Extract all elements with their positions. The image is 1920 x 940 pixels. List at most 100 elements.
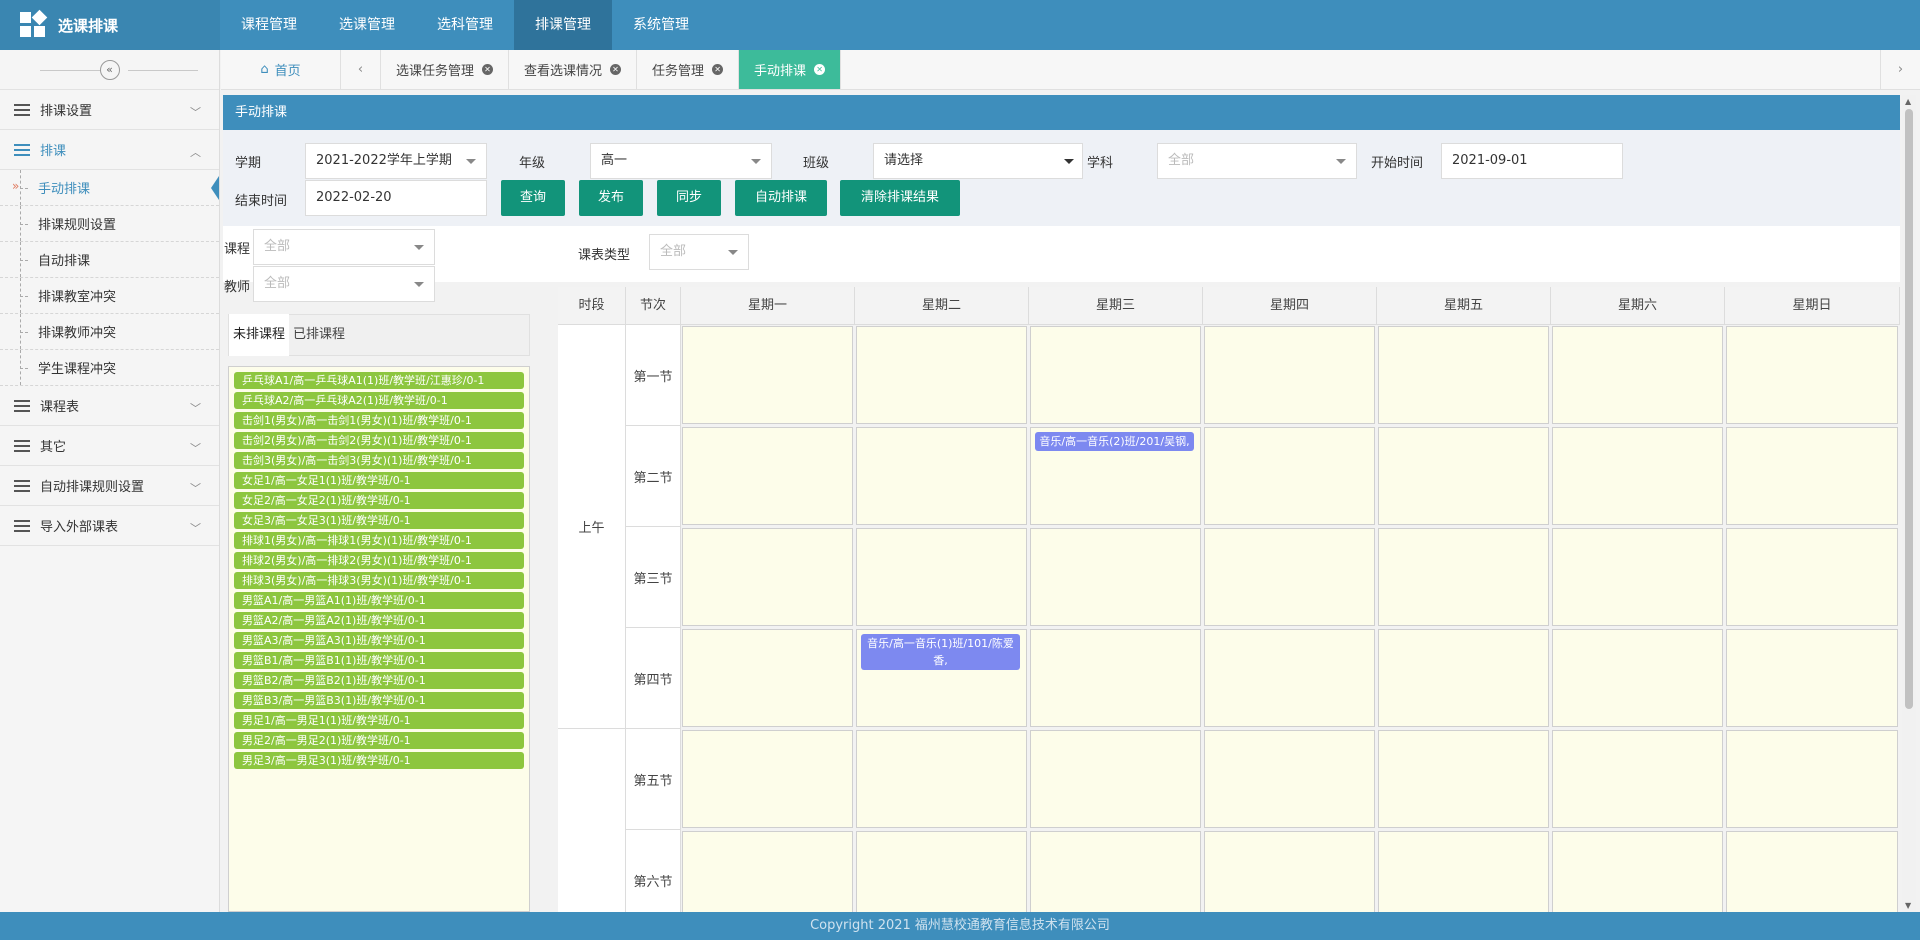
course-list-item[interactable]: 男足1/高一男足1(1)班/教学班/0-1 xyxy=(234,712,524,729)
tab-manual-scheduling[interactable]: 手动排课 ✕ xyxy=(739,50,842,89)
course-list-item[interactable]: 排球1(男女)/高一排球1(男女)(1)班/教学班/0-1 xyxy=(234,532,524,549)
timetable-cell[interactable] xyxy=(1726,326,1898,424)
topnav-scheduling[interactable]: 排课管理 xyxy=(514,0,612,50)
close-icon[interactable]: ✕ xyxy=(814,64,826,75)
timetable-cell[interactable] xyxy=(1552,326,1723,424)
course-list-item[interactable]: 男足2/高一男足2(1)班/教学班/0-1 xyxy=(234,732,524,749)
tab-scroll-left[interactable]: ‹ xyxy=(341,50,381,89)
timetable-cell[interactable] xyxy=(856,730,1027,828)
class-select[interactable]: 请选择 xyxy=(873,143,1083,179)
timetable-cell[interactable] xyxy=(1204,629,1375,727)
course-list-item[interactable]: 男篮A1/高一男篮A1(1)班/教学班/0-1 xyxy=(234,592,524,609)
timetable-cell[interactable] xyxy=(1030,326,1201,424)
sidebar-group-other[interactable]: 其它 ﹀ xyxy=(0,426,219,466)
publish-button[interactable]: 发布 xyxy=(579,180,643,216)
timetable-cell[interactable] xyxy=(1204,427,1375,525)
topnav-system[interactable]: 系统管理 xyxy=(612,0,710,50)
timetable-cell[interactable] xyxy=(1030,730,1201,828)
term-select[interactable]: 2021-2022学年上学期 xyxy=(305,143,487,179)
end-time-input[interactable]: 2022-02-20 xyxy=(305,180,487,216)
timetable-cell[interactable] xyxy=(1552,730,1723,828)
timetable-cell[interactable] xyxy=(1030,629,1201,727)
timetable-cell[interactable] xyxy=(856,326,1027,424)
timetable-cell[interactable] xyxy=(1552,831,1723,912)
grade-select[interactable]: 高一 xyxy=(590,143,772,179)
sync-button[interactable]: 同步 xyxy=(657,180,721,216)
course-list-item[interactable]: 男篮A3/高一男篮A3(1)班/教学班/0-1 xyxy=(234,632,524,649)
timetable-cell[interactable] xyxy=(1204,528,1375,626)
course-list-item[interactable]: 排球2(男女)/高一排球2(男女)(1)班/教学班/0-1 xyxy=(234,552,524,569)
close-icon[interactable]: ✕ xyxy=(610,64,622,75)
timetable-cell[interactable] xyxy=(1378,629,1549,727)
timetable-cell[interactable] xyxy=(682,326,853,424)
teacher-filter-select[interactable]: 全部 xyxy=(253,266,435,302)
double-chevron-left-icon[interactable]: « xyxy=(99,59,120,80)
timetable-cell[interactable] xyxy=(1552,629,1723,727)
scroll-up-icon[interactable]: ▲ xyxy=(1905,97,1911,106)
sidebar-item-manual-scheduling[interactable]: » 手动排课 xyxy=(0,170,219,206)
timetable-cell[interactable] xyxy=(1378,528,1549,626)
query-button[interactable]: 查询 xyxy=(501,180,565,216)
timetable-cell[interactable] xyxy=(1030,831,1201,912)
timetable-cell[interactable] xyxy=(1378,831,1549,912)
tab-elective-tasks[interactable]: 选课任务管理 ✕ xyxy=(381,50,510,89)
table-type-select[interactable]: 全部 xyxy=(649,234,749,270)
sidebar-item-student-conflict[interactable]: 学生课程冲突 xyxy=(0,350,219,386)
timetable-cell[interactable] xyxy=(1204,730,1375,828)
auto-schedule-button[interactable]: 自动排课 xyxy=(735,180,827,216)
course-list-item[interactable]: 女足1/高一女足1(1)班/教学班/0-1 xyxy=(234,472,524,489)
timetable-cell[interactable] xyxy=(682,427,853,525)
topnav-subject-selection[interactable]: 选科管理 xyxy=(416,0,514,50)
page-scrollbar[interactable]: ▲ ▼ xyxy=(1902,95,1916,912)
timetable-cell[interactable] xyxy=(1204,831,1375,912)
topnav-course-management[interactable]: 课程管理 xyxy=(220,0,318,50)
tab-home[interactable]: ⌂ 首页 xyxy=(221,50,341,89)
course-list-item[interactable]: 击剑1(男女)/高一击剑1(男女)(1)班/教学班/0-1 xyxy=(234,412,524,429)
scroll-thumb[interactable] xyxy=(1905,109,1913,709)
subject-select[interactable]: 全部 xyxy=(1157,143,1357,179)
course-list-item[interactable]: 男足3/高一男足3(1)班/教学班/0-1 xyxy=(234,752,524,769)
timetable-cell[interactable] xyxy=(682,831,853,912)
timetable-cell[interactable] xyxy=(1552,528,1723,626)
start-time-input[interactable]: 2021-09-01 xyxy=(1441,143,1623,179)
sidebar-group-scheduling[interactable]: 排课 ︿ xyxy=(0,130,219,170)
sidebar-item-teacher-conflict[interactable]: 排课教师冲突 xyxy=(0,314,219,350)
course-list-item[interactable]: 乒乓球A1/高一乒乓球A1(1)班/教学班/江惠珍/0-1 xyxy=(234,372,524,389)
timetable-cell[interactable] xyxy=(856,427,1027,525)
scheduled-course-block[interactable]: 音乐/高一音乐(1)班/101/陈爱香, xyxy=(861,634,1020,670)
sidebar-item-auto-scheduling[interactable]: 自动排课 xyxy=(0,242,219,278)
close-icon[interactable]: ✕ xyxy=(712,64,724,75)
timetable-cell[interactable] xyxy=(1726,831,1898,912)
timetable-cell[interactable] xyxy=(1378,730,1549,828)
tab-unscheduled-courses[interactable]: 未排课程 xyxy=(229,314,290,356)
sidebar-group-auto-rules[interactable]: 自动排课规则设置 ﹀ xyxy=(0,466,219,506)
timetable-cell[interactable] xyxy=(1030,528,1201,626)
course-list-item[interactable]: 女足2/高一女足2(1)班/教学班/0-1 xyxy=(234,492,524,509)
scheduled-course-block[interactable]: 音乐/高一音乐(2)班/201/吴钢, xyxy=(1035,432,1194,451)
timetable-cell[interactable] xyxy=(856,528,1027,626)
course-list-item[interactable]: 男篮B1/高一男篮B1(1)班/教学班/0-1 xyxy=(234,652,524,669)
sidebar-item-classroom-conflict[interactable]: 排课教室冲突 xyxy=(0,278,219,314)
course-list-item[interactable]: 男篮B3/高一男篮B3(1)班/教学班/0-1 xyxy=(234,692,524,709)
course-list-item[interactable]: 女足3/高一女足3(1)班/教学班/0-1 xyxy=(234,512,524,529)
sidebar-item-rule-settings[interactable]: 排课规则设置 xyxy=(0,206,219,242)
sidebar-group-import[interactable]: 导入外部课表 ﹀ xyxy=(0,506,219,546)
timetable-cell[interactable] xyxy=(1726,528,1898,626)
timetable-cell[interactable] xyxy=(1552,427,1723,525)
timetable-cell[interactable] xyxy=(682,528,853,626)
timetable-cell[interactable] xyxy=(1726,730,1898,828)
course-list-item[interactable]: 击剑2(男女)/高一击剑2(男女)(1)班/教学班/0-1 xyxy=(234,432,524,449)
timetable-cell[interactable] xyxy=(1726,629,1898,727)
course-list-item[interactable]: 击剑3(男女)/高一击剑3(男女)(1)班/教学班/0-1 xyxy=(234,452,524,469)
timetable-cell[interactable] xyxy=(1204,326,1375,424)
sidebar-group-schedule-settings[interactable]: 排课设置 ﹀ xyxy=(0,90,219,130)
timetable-cell[interactable] xyxy=(1726,427,1898,525)
close-icon[interactable]: ✕ xyxy=(482,64,494,75)
timetable-cell[interactable] xyxy=(856,831,1027,912)
topnav-elective-management[interactable]: 选课管理 xyxy=(318,0,416,50)
course-list-item[interactable]: 排球3(男女)/高一排球3(男女)(1)班/教学班/0-1 xyxy=(234,572,524,589)
tab-view-selection[interactable]: 查看选课情况 ✕ xyxy=(509,50,638,89)
tab-scheduled-courses[interactable]: 已排课程 xyxy=(289,314,349,356)
timetable-cell[interactable] xyxy=(1378,326,1549,424)
course-list-item[interactable]: 男篮A2/高一男篮A2(1)班/教学班/0-1 xyxy=(234,612,524,629)
